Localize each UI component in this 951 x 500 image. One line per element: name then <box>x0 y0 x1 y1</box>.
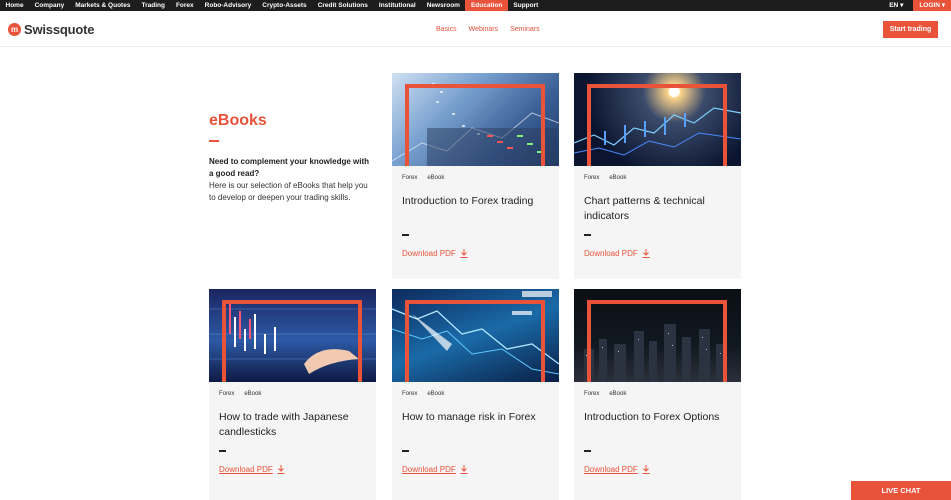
card-tags: Forex eBook <box>584 175 626 181</box>
start-trading-button[interactable]: Start trading <box>883 21 938 38</box>
logo-text: Swissquote <box>24 22 95 37</box>
tag-ebook: eBook <box>427 391 445 397</box>
subnav-webinars[interactable]: Webinars <box>469 26 498 33</box>
topnav-trading[interactable]: Trading <box>136 0 170 11</box>
download-label: Download PDF <box>219 465 273 474</box>
site-header: m Swissquote Basics Webinars Seminars St… <box>0 11 951 47</box>
tag-ebook: eBook <box>609 391 627 397</box>
language-selector[interactable]: EN ▾ <box>879 0 913 11</box>
ebook-cover-image <box>392 289 559 382</box>
live-chat-button[interactable]: LIVE CHAT <box>851 481 951 500</box>
cover-frame <box>222 300 362 382</box>
download-pdf-link[interactable]: Download PDF <box>402 465 468 474</box>
chevron-down-icon: ▾ <box>941 2 945 9</box>
card-tags: Forex eBook <box>402 391 444 397</box>
download-pdf-link[interactable]: Download PDF <box>584 465 650 474</box>
top-right-controls: EN ▾ LOGIN ▾ <box>879 0 951 11</box>
card-tags: Forex eBook <box>584 391 626 397</box>
cover-frame <box>405 300 545 382</box>
login-button[interactable]: LOGIN ▾ <box>913 0 951 11</box>
cover-frame <box>587 300 727 382</box>
topnav-credit-solutions[interactable]: Credit Solutions <box>312 0 373 11</box>
cover-frame <box>405 84 545 166</box>
intro-body: Here is our selection of eBooks that hel… <box>209 181 368 202</box>
download-icon <box>642 465 650 474</box>
card-tags: Forex eBook <box>402 175 444 181</box>
topnav-crypto-assets[interactable]: Crypto-Assets <box>257 0 312 11</box>
cover-frame <box>587 84 727 166</box>
topnav-support[interactable]: Support <box>508 0 544 11</box>
swissquote-logo[interactable]: m Swissquote <box>8 22 94 37</box>
ebook-cover-image <box>574 289 741 382</box>
topnav-education[interactable]: Education <box>465 0 508 11</box>
ebook-card[interactable]: Forex eBook Introduction to Forex tradin… <box>392 73 559 279</box>
download-label: Download PDF <box>584 249 638 258</box>
title-dash <box>209 140 219 142</box>
topnav-company[interactable]: Company <box>29 0 70 11</box>
topnav-institutional[interactable]: Institutional <box>373 0 421 11</box>
topnav-newsroom[interactable]: Newsroom <box>421 0 465 11</box>
card-title: Introduction to Forex trading <box>402 195 534 207</box>
tag-ebook: eBook <box>609 175 627 181</box>
card-title: Chart patterns & technical indicators <box>584 195 705 222</box>
download-icon <box>642 249 650 258</box>
topnav-home[interactable]: Home <box>0 0 29 11</box>
tag-ebook: eBook <box>244 391 262 397</box>
tag-forex: Forex <box>584 175 600 181</box>
education-subnav: Basics Webinars Seminars <box>436 26 540 33</box>
tag-forex: Forex <box>584 391 600 397</box>
language-label: EN <box>889 2 899 9</box>
subnav-basics[interactable]: Basics <box>436 26 457 33</box>
ebook-cover-image <box>392 73 559 166</box>
subnav-seminars[interactable]: Seminars <box>510 26 540 33</box>
download-pdf-link[interactable]: Download PDF <box>584 249 650 258</box>
download-icon <box>460 249 468 258</box>
login-label: LOGIN <box>919 2 940 9</box>
tag-forex: Forex <box>219 391 235 397</box>
tag-ebook: eBook <box>427 175 445 181</box>
card-title: How to trade with Japanese candlesticks <box>219 411 349 438</box>
topnav-robo-advisory[interactable]: Robo-Advisory <box>199 0 257 11</box>
download-pdf-link[interactable]: Download PDF <box>402 249 468 258</box>
card-dash <box>219 450 226 452</box>
intro-lead: Need to complement your knowledge with a… <box>209 157 370 178</box>
ebook-card[interactable]: Forex eBook How to manage risk in Forex … <box>392 289 559 500</box>
ebooks-intro: eBooks Need to complement your knowledge… <box>209 112 374 204</box>
card-dash <box>584 234 591 236</box>
chevron-down-icon: ▾ <box>900 2 904 9</box>
card-dash <box>402 234 409 236</box>
download-icon <box>460 465 468 474</box>
download-label: Download PDF <box>584 465 638 474</box>
topnav-markets-quotes[interactable]: Markets & Quotes <box>70 0 136 11</box>
topnav-forex[interactable]: Forex <box>170 0 199 11</box>
tag-forex: Forex <box>402 391 418 397</box>
ebook-cover-image <box>574 73 741 166</box>
ebook-cover-image <box>209 289 376 382</box>
card-tags: Forex eBook <box>219 391 261 397</box>
logo-icon: m <box>8 23 21 36</box>
top-navigation-bar: Home Company Markets & Quotes Trading Fo… <box>0 0 951 11</box>
card-dash <box>584 450 591 452</box>
download-label: Download PDF <box>402 465 456 474</box>
download-icon <box>277 465 285 474</box>
ebook-card[interactable]: Forex eBook Introduction to Forex Option… <box>574 289 741 500</box>
download-label: Download PDF <box>402 249 456 258</box>
top-nav: Home Company Markets & Quotes Trading Fo… <box>0 0 544 11</box>
card-dash <box>402 450 409 452</box>
download-pdf-link[interactable]: Download PDF <box>219 465 285 474</box>
ebook-card[interactable]: Forex eBook How to trade with Japanese c… <box>209 289 376 500</box>
page-title: eBooks <box>209 112 267 129</box>
ebook-card[interactable]: Forex eBook Chart patterns & technical i… <box>574 73 741 279</box>
card-title: How to manage risk in Forex <box>402 411 536 423</box>
card-title: Introduction to Forex Options <box>584 411 720 423</box>
tag-forex: Forex <box>402 175 418 181</box>
